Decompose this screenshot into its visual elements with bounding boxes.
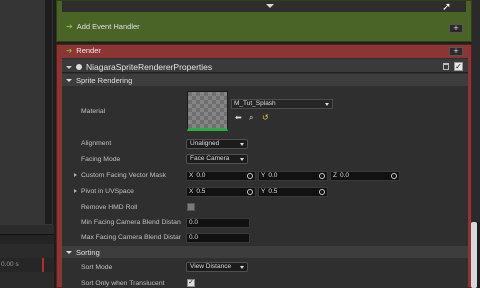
custom-facing-y-value: 0.0	[268, 172, 278, 179]
module-title-label: NiagaraSpriteRendererProperties	[86, 62, 213, 72]
material-label: Material	[81, 108, 106, 115]
sprite-rendering-section[interactable]: Sprite Rendering	[66, 76, 132, 85]
module-icon	[76, 64, 82, 70]
sort-translucent-checkbox[interactable]: ✓	[187, 279, 195, 287]
left-scrollbar[interactable]	[45, 0, 52, 224]
remove-hmd-label: Remove HMD Roll	[81, 204, 138, 211]
remove-hmd-checkbox[interactable]	[187, 203, 195, 211]
axis-y-label: Y	[261, 188, 266, 195]
reset-icon[interactable]	[391, 173, 397, 179]
chevron-down-icon	[240, 158, 244, 161]
material-value: M_Tut_Splash	[234, 100, 276, 107]
chevron-down-icon[interactable]	[66, 65, 72, 69]
alignment-value: Unaligned	[190, 140, 220, 147]
chevron-down-icon	[240, 143, 244, 146]
expand-arrow-icon[interactable]	[74, 173, 77, 177]
min-facing-value: 0.0	[189, 219, 199, 226]
browse-icon[interactable]: ⌕	[249, 113, 253, 123]
sort-mode-label: Sort Mode	[81, 264, 113, 271]
custom-facing-y-field[interactable]: Y 0.0	[258, 171, 328, 181]
section-header-sorting[interactable]	[62, 246, 468, 258]
timeline-playhead[interactable]	[42, 258, 44, 272]
facing-mode-value: Face Camera	[190, 155, 230, 162]
add-event-handler-label: Add Event Handler	[76, 22, 140, 31]
arrow-right-icon: ➔	[66, 22, 73, 31]
reset-icon[interactable]	[247, 189, 253, 195]
event-handler-group	[56, 0, 472, 42]
custom-facing-z-field[interactable]: Z 0.0	[330, 171, 400, 181]
sorting-label: Sorting	[76, 248, 100, 257]
render-header[interactable]: ➔ Render	[66, 46, 101, 55]
material-picker[interactable]: M_Tut_Splash	[231, 99, 333, 109]
custom-facing-x-field[interactable]: X 0.0	[186, 171, 256, 181]
timeline-time: 0.00 s	[1, 261, 19, 268]
use-selected-icon[interactable]: ⬅	[235, 113, 242, 122]
right-edge-panel	[472, 0, 480, 222]
custom-facing-label: Custom Facing Vector Mask	[81, 172, 166, 179]
axis-z-label: Z	[333, 172, 337, 179]
reset-icon[interactable]	[319, 189, 325, 195]
axis-x-label: X	[189, 172, 194, 179]
pivot-x-field[interactable]: X 0.5	[186, 187, 256, 197]
collapse-arrow-icon[interactable]	[266, 4, 274, 8]
add-event-handler-button[interactable]: +	[449, 24, 463, 33]
custom-facing-z-value: 0.0	[339, 172, 350, 179]
sorting-section[interactable]: Sorting	[66, 248, 100, 257]
details-scrollbar[interactable]	[471, 222, 477, 288]
reset-icon[interactable]	[247, 173, 253, 179]
min-facing-label: Min Facing Camera Blend Distan	[81, 219, 181, 226]
facing-mode-dropdown[interactable]: Face Camera	[186, 154, 248, 164]
render-title: Render	[76, 46, 101, 55]
sort-mode-value: View Distance	[190, 263, 232, 270]
max-facing-label: Max Facing Camera Blend Distan	[81, 234, 181, 241]
sort-mode-dropdown[interactable]: View Distance	[186, 262, 248, 272]
alignment-label: Alignment	[81, 140, 112, 147]
axis-x-label: X	[189, 188, 194, 195]
arrow-right-icon: ➔	[66, 46, 73, 55]
mouse-cursor-icon: ➚	[442, 1, 452, 13]
trash-icon[interactable]	[443, 63, 449, 70]
chevron-down-icon	[325, 103, 329, 106]
expand-arrow-icon[interactable]	[74, 189, 77, 193]
pivot-y-value: 0.5	[268, 188, 278, 195]
max-facing-field[interactable]: 0.0	[186, 233, 250, 243]
alignment-dropdown[interactable]: Unaligned	[186, 139, 248, 149]
add-event-handler[interactable]: ➔ Add Event Handler	[66, 22, 140, 31]
add-renderer-button[interactable]: +	[449, 47, 463, 56]
facing-mode-label: Facing Mode	[81, 156, 121, 163]
custom-facing-x-value: 0.0	[196, 172, 206, 179]
event-handler-inner	[62, 1, 466, 12]
chevron-down-icon	[66, 79, 72, 82]
reset-icon[interactable]: ↺	[262, 113, 269, 122]
sort-translucent-label: Sort Only when Translucent	[81, 280, 165, 287]
pivot-x-value: 0.5	[196, 188, 206, 195]
reset-icon[interactable]	[319, 173, 325, 179]
material-thumbnail[interactable]	[187, 91, 228, 131]
axis-y-label: Y	[261, 172, 266, 179]
module-title[interactable]: NiagaraSpriteRendererProperties	[66, 62, 212, 72]
chevron-down-icon	[240, 266, 244, 269]
sprite-rendering-label: Sprite Rendering	[76, 76, 133, 85]
pivot-label: Pivot in UVSpace	[81, 188, 134, 195]
module-enabled-checkbox[interactable]: ✓	[454, 62, 463, 71]
chevron-down-icon	[66, 251, 72, 254]
max-facing-value: 0.0	[189, 234, 199, 241]
pivot-y-field[interactable]: Y 0.5	[258, 187, 328, 197]
left-toolbar-strip	[0, 234, 54, 244]
timeline[interactable]: 0.00 s	[0, 258, 54, 272]
min-facing-field[interactable]: 0.0	[186, 218, 250, 228]
